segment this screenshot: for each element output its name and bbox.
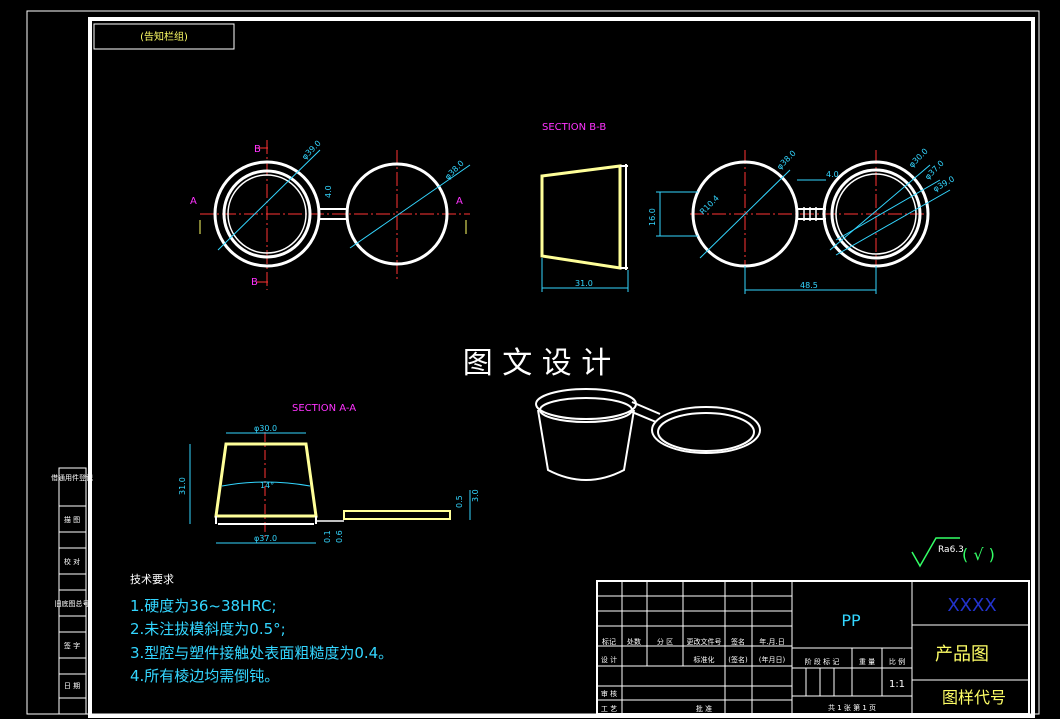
tb-header-4: 签名 — [731, 637, 745, 646]
dim-aa-30: 3.0 — [471, 489, 480, 502]
tech-notes-title: 技术要求 — [130, 573, 174, 586]
tech-note-3: 3.型腔与塑件接触处表面粗糙度为0.4。 — [130, 644, 393, 662]
mark-b-bottom: B — [251, 277, 258, 288]
strip-label-4: 日 期 — [64, 682, 80, 690]
dim-right-4: 4.0 — [826, 170, 839, 179]
tech-note-1: 1.硬度为36~38HRC; — [130, 597, 277, 615]
section-aa-title: SECTION A-A — [292, 403, 356, 414]
dim-top-4: 4.0 — [324, 185, 333, 198]
tb-header-2: 分 区 — [657, 637, 673, 646]
tb-header-3: 更改文件号 — [687, 637, 722, 646]
section-aa-view — [189, 432, 471, 544]
company: XXXX — [947, 595, 996, 616]
dim-bb-31: 31.0 — [575, 279, 593, 288]
roughness-value: Ra6.3 — [938, 545, 964, 555]
tb-sheets: 共 1 张 第 1 页 — [828, 703, 876, 712]
tb-scale-label: 比 例 — [889, 657, 905, 666]
stamp-label: (告知栏组) — [140, 30, 188, 43]
strip-label-1: 旧底图总号 — [55, 599, 90, 608]
mark-a-left: A — [190, 196, 197, 207]
strip-label-top-1: 校 对 — [64, 557, 80, 566]
tb-scale: 1:1 — [889, 679, 905, 690]
dim-right-d38: φ38.0 — [775, 149, 798, 172]
dim-bb-r104: R10.4 — [698, 194, 721, 217]
tb-header-5: 年.月.日 — [759, 637, 784, 646]
tb-weight: 重 量 — [859, 658, 875, 666]
tb-review: 审 核 — [601, 689, 617, 698]
dim-aa-01: 0.1 — [323, 530, 332, 543]
section-bb-title: SECTION B-B — [542, 122, 606, 133]
tb-process: 工 艺 — [601, 705, 617, 713]
dim-aa-06: 0.6 — [335, 530, 344, 543]
dim-bb-16: 16.0 — [648, 208, 657, 226]
isometric-view — [535, 388, 761, 481]
top-view-left — [199, 140, 471, 290]
dim-right-d37: φ37.0 — [923, 159, 946, 182]
mark-b-top: B — [254, 144, 261, 155]
dim-right-485: 48.5 — [800, 281, 818, 290]
tb-header-0: 标记 — [602, 637, 616, 646]
tb-standard: 标准化 — [694, 655, 715, 664]
tb-approve: 批 准 — [696, 704, 712, 713]
dim-aa-14: 14° — [260, 481, 274, 490]
dim-aa-05: 0.5 — [455, 495, 464, 508]
section-bb-view — [540, 164, 629, 292]
roughness-mark: ( √ ) — [962, 545, 995, 564]
tb-design: 设 计 — [601, 655, 617, 664]
dim-aa-d30: φ30.0 — [254, 424, 277, 433]
drawing-code: 图样代号 — [942, 688, 1006, 707]
dim-aa-31: 31.0 — [178, 477, 187, 495]
tb-stage: 阶 段 标 记 — [805, 657, 840, 666]
dim-right-d39: φ39.0 — [932, 174, 956, 193]
drawing-name: 产品图 — [935, 644, 989, 665]
tb-date: (年月日) — [759, 655, 786, 664]
tb-sign: (签名) — [728, 655, 748, 664]
tb-header-1: 处数 — [627, 637, 641, 646]
strip-label-3: 签 字 — [64, 641, 80, 650]
top-view-right — [656, 150, 951, 294]
material: PP — [841, 611, 861, 630]
strip-label-top-0: 描 图 — [64, 515, 80, 524]
drawing-canvas: (告知栏组) 借通用件登记 描 图 校 对 旧底图总号 签 字 日 期 B B … — [26, 10, 1040, 718]
tech-note-2: 2.未注拔模斜度为0.5°; — [130, 620, 286, 638]
left-strip — [58, 467, 87, 715]
watermark: 图 文 设 计 — [463, 346, 612, 381]
strip-label-0: 借通用件登记 — [51, 473, 93, 482]
tech-note-4: 4.所有棱边均需倒钝。 — [130, 667, 279, 685]
dim-right-d30: φ30.0 — [907, 147, 930, 170]
mark-a-right: A — [456, 196, 463, 207]
dim-aa-d37: φ37.0 — [254, 534, 277, 543]
